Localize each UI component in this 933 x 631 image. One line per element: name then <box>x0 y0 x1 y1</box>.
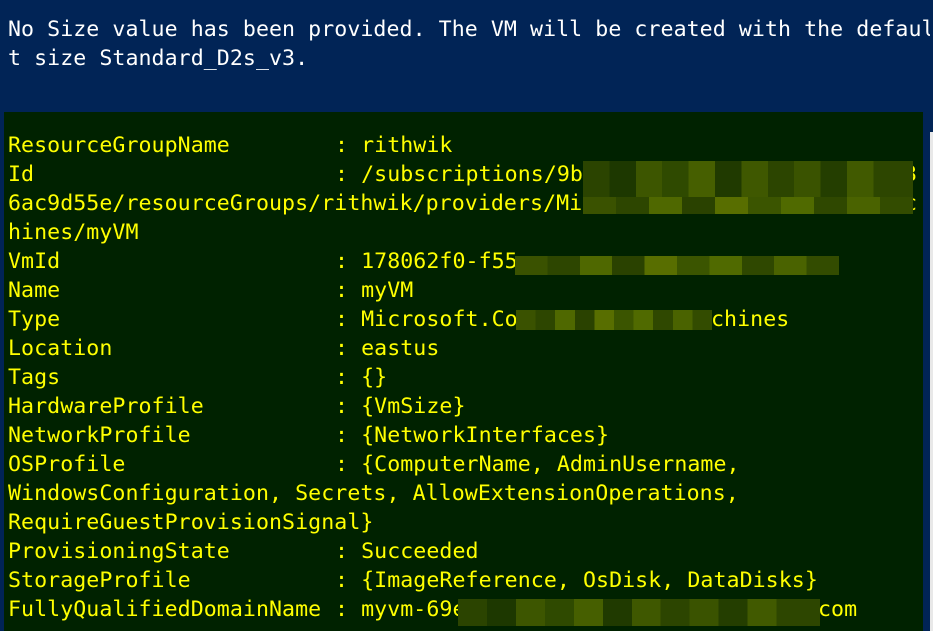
property-separator: : <box>335 249 362 274</box>
output-row-osprofile: OSProfile: {ComputerName, AdminUsername, <box>8 450 740 479</box>
property-separator: : <box>335 452 362 477</box>
property-key: VmId <box>8 249 61 274</box>
output-row-vmid: VmId: 178062f0-f55 <box>8 247 518 276</box>
property-key: NetworkProfile <box>8 423 191 448</box>
property-value: {VmSize} <box>361 394 466 419</box>
property-key: ResourceGroupName <box>8 133 230 158</box>
powershell-console[interactable]: No Size value has been provided. The VM … <box>0 0 933 631</box>
property-key: Type <box>8 307 61 332</box>
output-row-type: Type: Microsoft.Co <box>8 305 518 334</box>
redacted-region <box>516 310 712 330</box>
property-value: {NetworkInterfaces} <box>361 423 610 448</box>
property-key: FullyQualifiedDomainName <box>8 597 322 622</box>
property-value: Succeeded <box>361 539 479 564</box>
property-separator: : <box>335 394 362 419</box>
property-key: Id <box>8 162 35 187</box>
warning-line-2: t size Standard_D2s_v3. <box>8 46 309 71</box>
property-key: HardwareProfile <box>8 394 204 419</box>
property-value: {ComputerName, AdminUsername, <box>361 452 740 477</box>
property-separator: : <box>335 307 362 332</box>
property-value: {} <box>361 365 388 390</box>
property-value: 178062f0-f55 <box>361 249 518 274</box>
property-separator: : <box>335 336 362 361</box>
output-row-hardwareprofile: HardwareProfile: {VmSize} <box>8 392 466 421</box>
output-continuation-id-1: 6ac9d55e/resourceGroups/rithwik/provider… <box>8 191 596 216</box>
property-key: StorageProfile <box>8 568 191 593</box>
property-separator: : <box>335 597 362 622</box>
property-value: eastus <box>361 336 440 361</box>
redacted-region <box>583 197 913 214</box>
property-separator: : <box>335 365 362 390</box>
property-value: {ImageReference, OsDisk, DataDisks} <box>361 568 818 593</box>
output-continuation-id-2: hines/myVM <box>8 220 139 245</box>
property-value: Microsoft.Co <box>361 307 518 332</box>
output-row-resourcegroupname: ResourceGroupName: rithwik <box>8 131 452 160</box>
property-key: OSProfile <box>8 452 126 477</box>
output-continuation-osprofile-2: RequireGuestProvisionSignal} <box>8 510 374 535</box>
fqdn-value-tail: com <box>818 597 858 622</box>
redacted-region <box>515 256 839 275</box>
property-separator: : <box>335 568 362 593</box>
property-separator: : <box>335 539 362 564</box>
property-key: Name <box>8 278 61 303</box>
redacted-region <box>583 161 913 197</box>
property-separator: : <box>335 162 362 187</box>
output-continuation-osprofile-1: WindowsConfiguration, Secrets, AllowExte… <box>8 481 739 506</box>
output-row-name: Name: myVM <box>8 276 413 305</box>
property-value: myvm-69e <box>361 597 466 622</box>
property-value: /subscriptions/9b5 <box>361 162 597 187</box>
type-value-tail: chines <box>711 307 790 332</box>
output-row-storageprofile: StorageProfile: {ImageReference, OsDisk,… <box>8 566 818 595</box>
output-row-provisioningstate: ProvisioningState: Succeeded <box>8 537 479 566</box>
property-key: Location <box>8 336 113 361</box>
property-value: myVM <box>361 278 414 303</box>
output-row-id: Id: /subscriptions/9b5 <box>8 160 596 189</box>
property-separator: : <box>335 423 362 448</box>
redacted-region <box>458 599 820 626</box>
property-separator: : <box>335 278 362 303</box>
output-row-tags: Tags: {} <box>8 363 387 392</box>
output-row-fqdn: FullyQualifiedDomainName: myvm-69e <box>8 595 466 624</box>
property-value: rithwik <box>361 133 453 158</box>
property-key: Tags <box>8 365 61 390</box>
output-row-networkprofile: NetworkProfile: {NetworkInterfaces} <box>8 421 609 450</box>
output-row-location: Location: eastus <box>8 334 439 363</box>
warning-line-1: No Size value has been provided. The VM … <box>8 17 933 42</box>
property-key: ProvisioningState <box>8 539 230 564</box>
property-separator: : <box>335 133 362 158</box>
